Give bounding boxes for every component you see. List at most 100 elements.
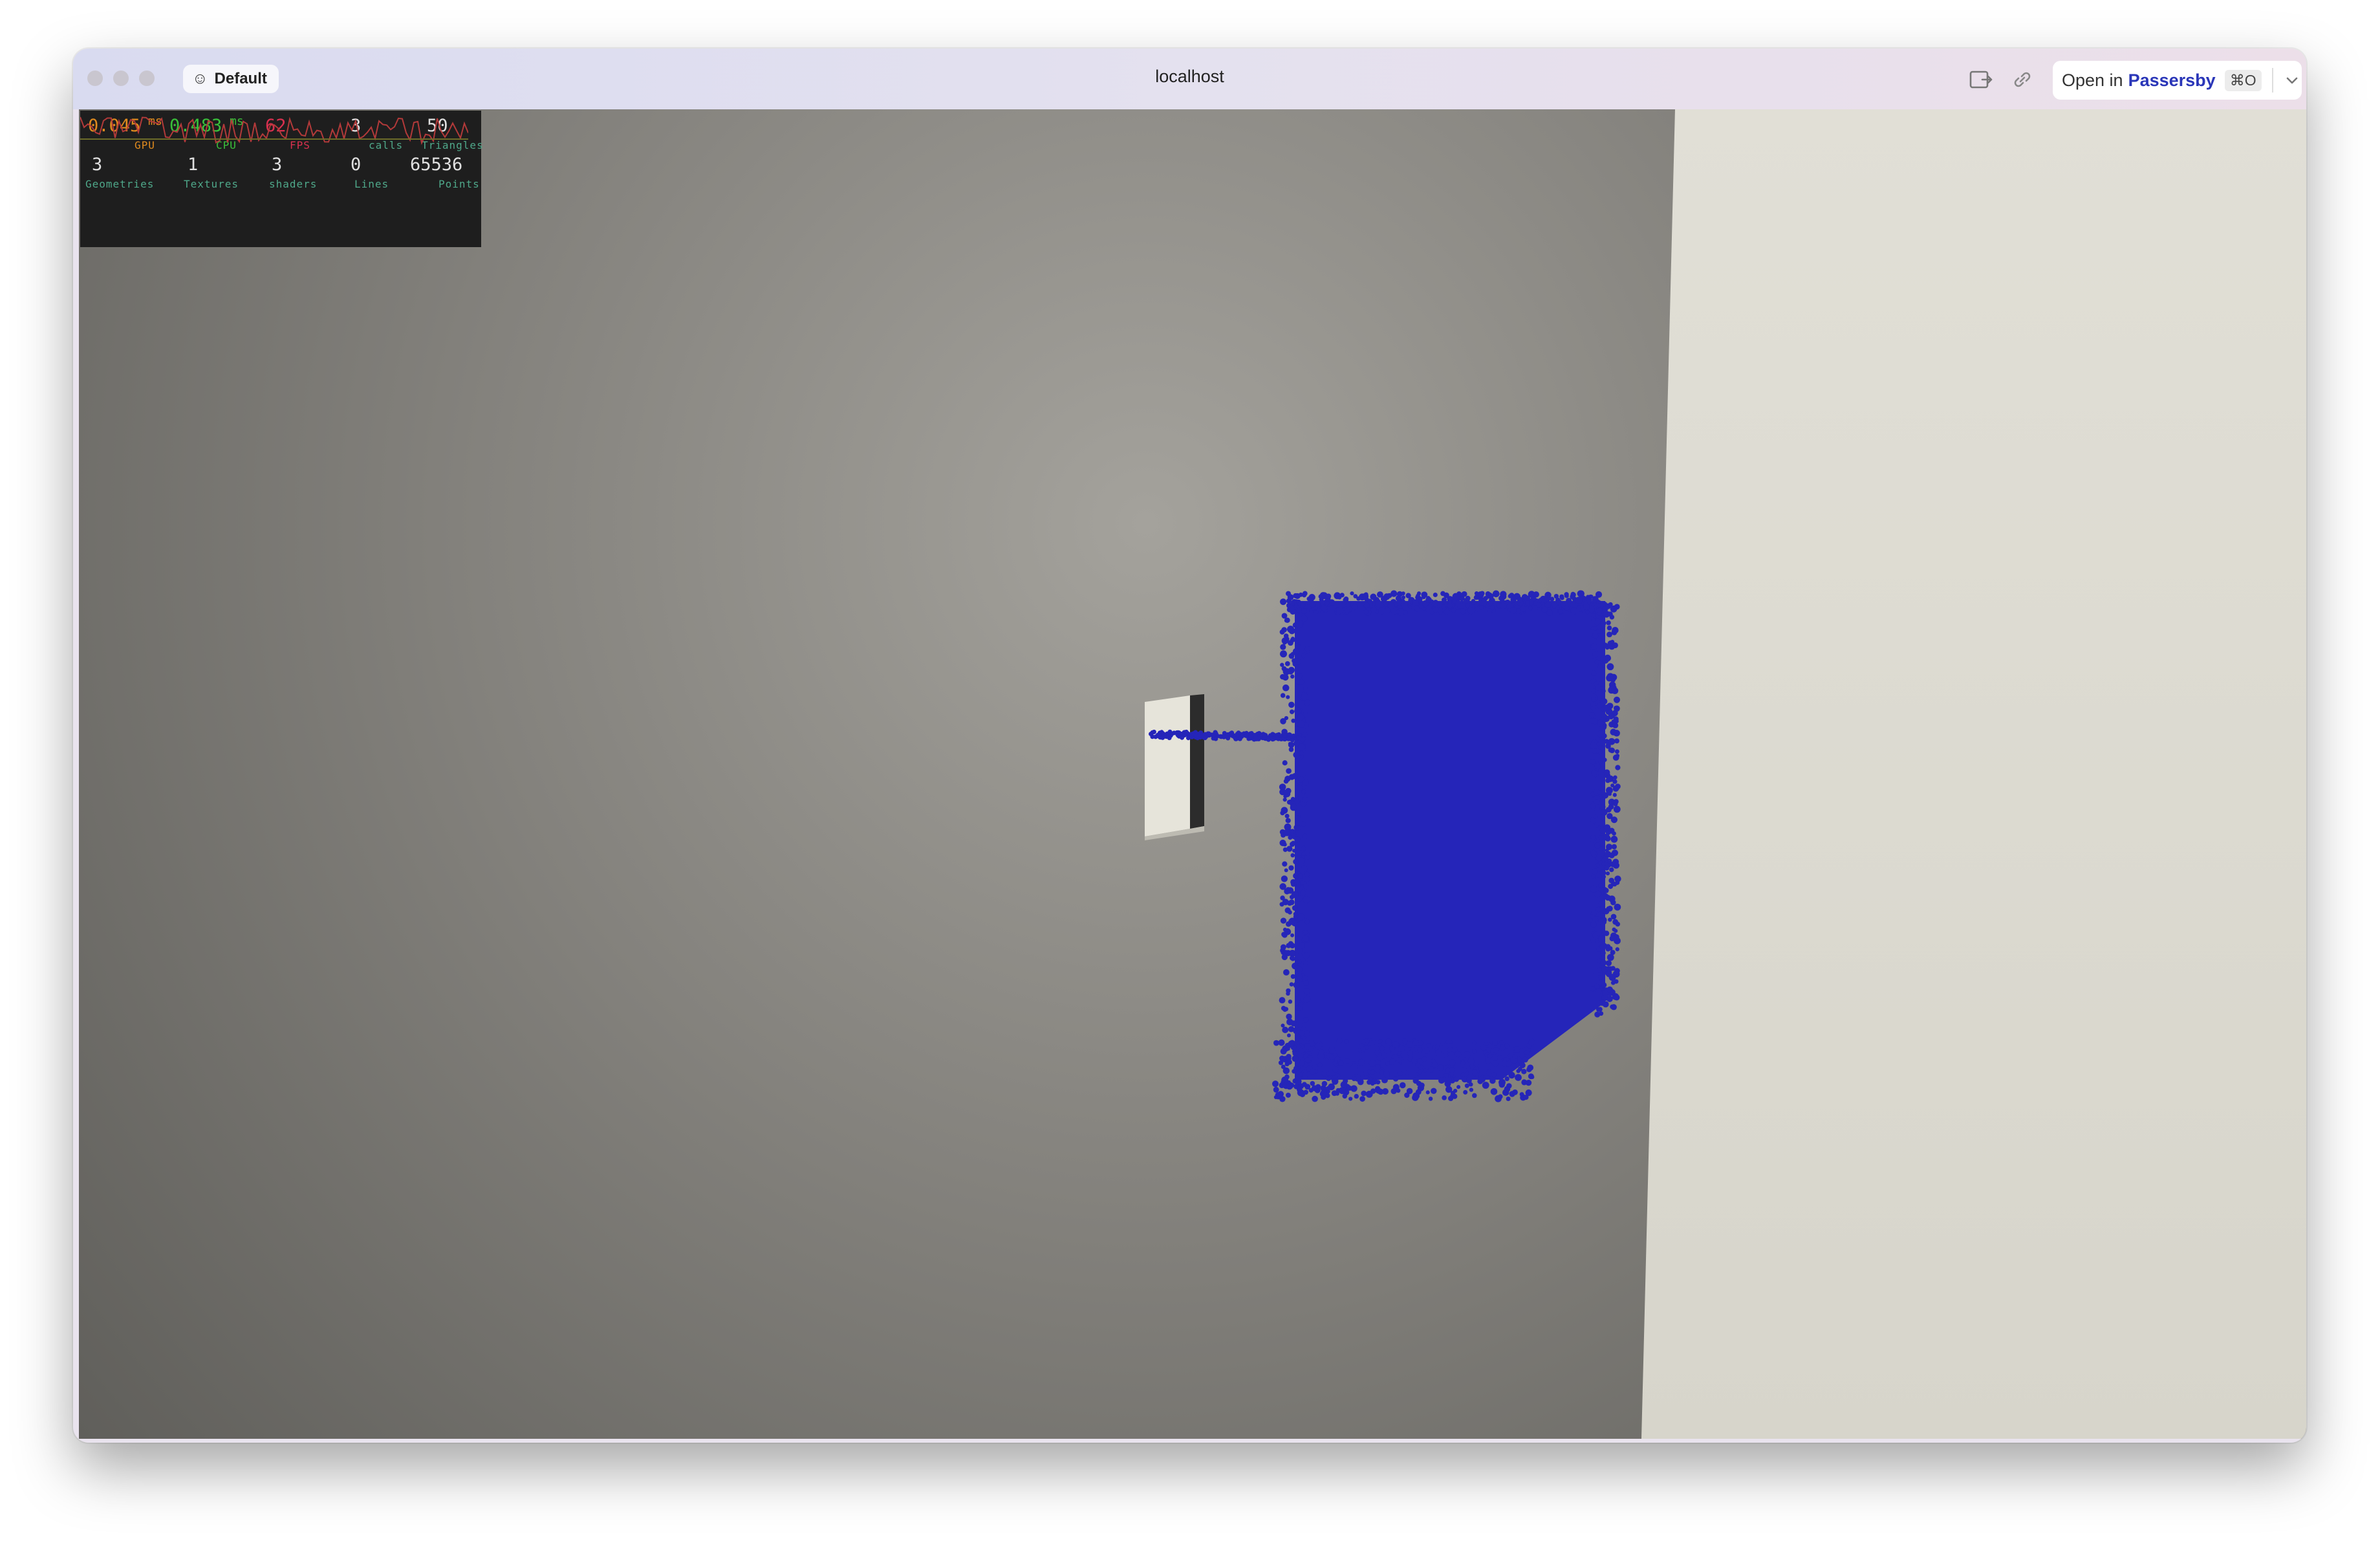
particle — [1600, 959, 1607, 967]
particle — [1608, 713, 1614, 720]
particle — [1295, 672, 1303, 679]
particle — [1464, 1083, 1469, 1088]
particle — [1298, 1038, 1304, 1044]
particle — [1467, 607, 1475, 615]
particle — [1610, 950, 1616, 956]
particle — [1297, 959, 1302, 965]
particle — [1275, 736, 1279, 741]
open-in-app-button[interactable]: Open in Passersby ⌘O — [2053, 61, 2302, 100]
particle — [1280, 598, 1287, 606]
particle — [1611, 719, 1616, 724]
particle — [1601, 733, 1607, 739]
particle — [1610, 913, 1617, 920]
particle — [1605, 871, 1610, 876]
particle — [1378, 1088, 1384, 1095]
particle — [1607, 611, 1613, 617]
particle — [1477, 593, 1483, 598]
particle — [1283, 1077, 1288, 1083]
particle — [1375, 600, 1383, 607]
particle — [1358, 1058, 1365, 1066]
particle — [1589, 712, 1596, 718]
particle — [1457, 603, 1463, 609]
particle — [1504, 1086, 1511, 1093]
particle — [1612, 642, 1618, 649]
particle — [1304, 646, 1310, 652]
particle — [1603, 824, 1611, 831]
particle — [1592, 651, 1599, 657]
particle — [1438, 607, 1443, 611]
particle — [1187, 734, 1193, 739]
particle — [1321, 1071, 1328, 1077]
particle — [1300, 890, 1306, 896]
particle — [1465, 604, 1470, 609]
particle — [1292, 905, 1298, 911]
particle — [1519, 1048, 1524, 1053]
particle — [1594, 1011, 1601, 1018]
particle — [1285, 1092, 1291, 1098]
particle — [1412, 1040, 1419, 1046]
particle — [1608, 946, 1613, 951]
particle — [1292, 772, 1298, 780]
particle — [1612, 779, 1617, 784]
particle — [1412, 1094, 1419, 1101]
particle — [1598, 681, 1605, 687]
particle — [1596, 988, 1602, 994]
particle — [1602, 990, 1608, 996]
particle — [1304, 875, 1310, 882]
particle — [1592, 633, 1599, 639]
particle — [1293, 1066, 1299, 1071]
particle — [1354, 1093, 1359, 1099]
particle — [1392, 1040, 1400, 1048]
particle — [1615, 947, 1619, 952]
particle — [1596, 906, 1601, 913]
particle — [1290, 637, 1295, 641]
particle — [1296, 644, 1301, 649]
particle — [1521, 1069, 1527, 1075]
particle — [1417, 1069, 1422, 1075]
particle — [1597, 607, 1603, 613]
particle — [1284, 1062, 1290, 1067]
particle — [1431, 1087, 1437, 1095]
particle — [1497, 1055, 1502, 1060]
particle — [1280, 644, 1286, 650]
webgl-canvas[interactable]: 0.045 ms GPU 0.483 ms CPU 62 FPS 3 calls… — [79, 109, 2306, 1439]
particle — [1376, 1055, 1383, 1061]
particle — [1594, 823, 1599, 828]
particle — [1297, 948, 1303, 954]
particle — [1363, 602, 1370, 609]
particle — [1602, 1001, 1609, 1008]
emitter-block-side — [1190, 694, 1204, 829]
particle — [1400, 1082, 1406, 1089]
shortcut-badge: ⌘O — [2224, 69, 2262, 91]
particle — [1298, 857, 1305, 864]
browser-window: ☺ Default localhost Open in Passersby ⌘O — [73, 49, 2306, 1443]
particle — [1616, 905, 1621, 910]
particle — [1608, 686, 1616, 694]
particle — [1425, 596, 1432, 604]
particle — [1362, 593, 1369, 600]
particle — [1379, 1069, 1385, 1075]
particle — [1598, 883, 1603, 888]
particle — [1284, 661, 1290, 666]
emitter-block — [1145, 695, 1190, 836]
particle — [1184, 729, 1189, 734]
particle — [1290, 974, 1296, 979]
particle — [1448, 600, 1453, 604]
particle — [1433, 607, 1438, 613]
particle — [1473, 595, 1479, 600]
particle — [1472, 1040, 1477, 1045]
particle — [1304, 871, 1310, 877]
chevron-down-icon[interactable] — [2284, 72, 2300, 89]
particle — [1449, 1059, 1456, 1066]
particle — [1398, 1045, 1405, 1052]
particle — [1331, 1090, 1337, 1097]
particle — [1606, 971, 1612, 978]
particle — [1603, 769, 1610, 776]
link-icon[interactable] — [2009, 67, 2035, 93]
screen-share-icon[interactable] — [1968, 67, 1994, 93]
particle — [1160, 731, 1165, 736]
particle — [1282, 797, 1287, 802]
particle — [1509, 607, 1517, 614]
particle — [1368, 1060, 1376, 1067]
particle — [1597, 664, 1603, 669]
